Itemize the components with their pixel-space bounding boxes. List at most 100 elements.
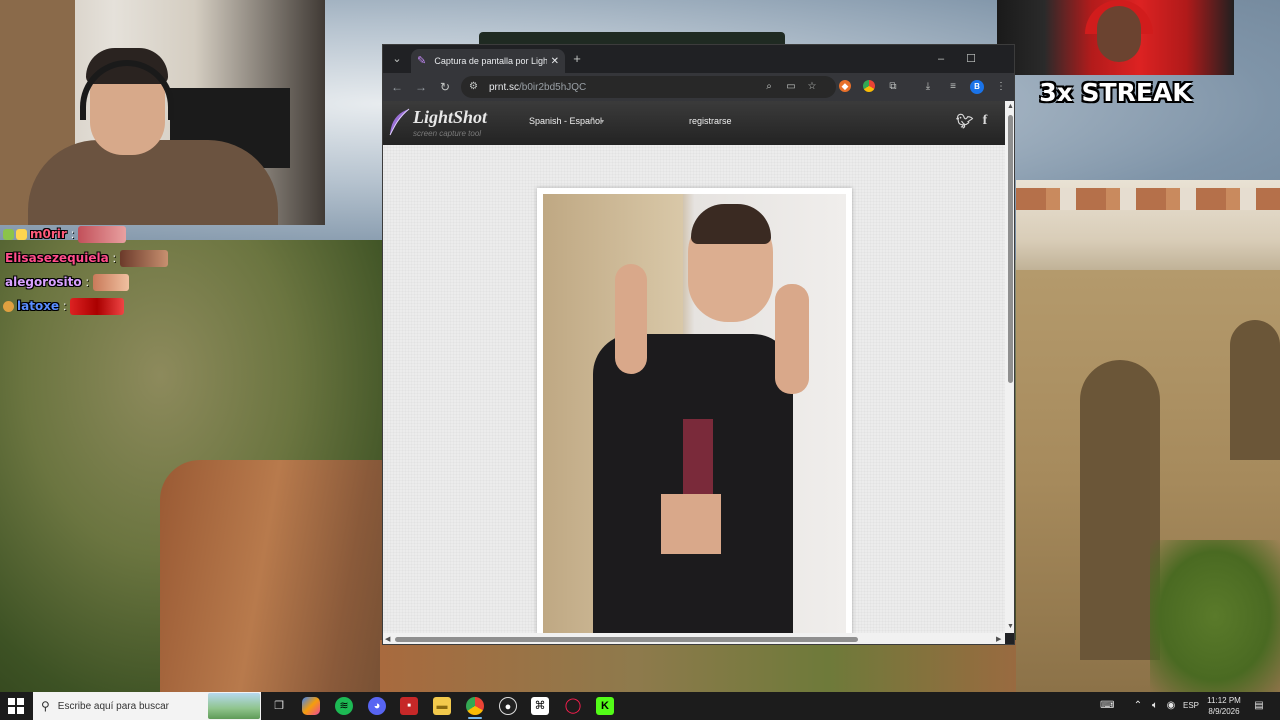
horizontal-scrollbar-thumb[interactable] [395,637,858,642]
screenshot-frame [537,188,852,633]
chat-username: Elisasezequiela [5,251,109,265]
wallpaper-arch-secondary [1230,320,1280,460]
chrome-icon[interactable] [466,697,484,715]
network-icon[interactable]: ◉ [1164,699,1178,713]
capcut-icon[interactable]: ⌘ [531,697,549,715]
news-app-icon[interactable]: ■ [400,697,418,715]
profile-avatar[interactable]: B [970,80,984,94]
chat-username: alegorosito [5,275,82,289]
horizontal-scrollbar[interactable]: ◀ ▶ [383,633,1005,644]
plus-icon[interactable]: + [569,51,585,67]
clock-time: 11:12 PM [1207,696,1241,705]
zoom-icon[interactable]: ⌕ [763,81,775,93]
task-view-icon[interactable]: ❐ [270,697,288,715]
reading-list-icon[interactable]: ≡ [947,81,959,93]
wallpaper-rock [380,640,1020,692]
vertical-scrollbar[interactable]: ▲ ▼ [1005,101,1014,633]
chat-badges [3,300,14,312]
close-icon[interactable]: ✕ [551,56,559,67]
lightshot-logo[interactable]: LightShot [413,107,487,128]
wallpaper-arch [1080,360,1160,660]
minimize-icon[interactable]: – [933,51,949,67]
screenshot-person-hand-left [615,264,647,374]
browser-toolbar: ← → ↻ ⚙ prnt.sc /b0ir2bd5hJQC ⌕ ▭ ☆ ◆ ⧉ … [383,73,1014,101]
system-clock[interactable]: 11:12 PM 8/9/2026 [1204,695,1244,717]
file-explorer-icon[interactable]: ▬ [433,697,451,715]
scroll-left-icon[interactable]: ◀ [385,635,390,643]
screenshot-image[interactable] [543,194,846,633]
speaker-icon[interactable]: 🔈︎ [1148,699,1162,713]
chat-emote-image [78,225,127,243]
chat-separator: : [70,227,75,241]
kebab-menu-icon[interactable]: ⋮ [995,81,1007,93]
chat-message: alegorosito : [0,270,200,294]
screenshot-person-hand-right [775,284,809,394]
download-icon[interactable]: ⤓ [922,81,934,93]
vertical-scrollbar-thumb[interactable] [1008,115,1013,383]
star-icon[interactable]: ☆ [806,81,818,93]
wallpaper-roofs [1016,188,1280,210]
webcam-person-body [28,140,278,225]
chat-separator: : [85,275,89,289]
maximize-icon[interactable]: ☐ [963,51,979,67]
chevron-up-icon[interactable]: ⌃ [1131,699,1145,713]
screenshot-person-hair [691,204,771,244]
chat-separator: : [112,251,117,265]
address-bar[interactable]: ⚙ prnt.sc /b0ir2bd5hJQC [461,76,836,98]
taskbar: ⚲ Escribe aquí para buscar ❐ ≋ ◕ ■ ▬ ● ⌘… [0,692,1280,720]
forward-arrow-icon[interactable]: → [413,79,429,95]
screenshot-person-top [683,419,713,499]
twitter-icon[interactable]: 🐦︎ [956,113,974,129]
scroll-right-icon[interactable]: ▶ [996,635,1001,643]
discord-icon[interactable]: ◕ [368,697,386,715]
chat-emote-image [92,273,129,291]
stream-chat-overlay: m0rir : Elisasezequiela : alegorosito : … [0,222,200,318]
streak-image-face [1097,6,1141,62]
opera-gx-icon[interactable]: ◯ [564,697,582,715]
obs-icon[interactable]: ● [499,697,517,715]
chat-badge-icon [3,300,14,312]
scroll-down-icon[interactable]: ▼ [1007,623,1014,630]
tab-title: Captura de pantalla por Lightshot [434,56,547,66]
feather-logo-icon [389,108,410,136]
streak-image [997,0,1234,75]
back-arrow-icon[interactable]: ← [389,79,405,95]
chat-badge-icon [3,228,14,240]
keyboard-icon[interactable]: ⌨ [1100,699,1114,713]
chat-emote-image [70,297,125,315]
site-info-icon[interactable]: ⚙ [469,81,481,93]
streak-overlay: 3x STREAK [997,0,1234,118]
url-path: /b0ir2bd5hJQC [519,81,587,93]
search-highlight-image[interactable] [208,693,260,719]
facebook-icon[interactable]: f [977,113,993,129]
language-selector[interactable]: Spanish - Español [529,116,602,126]
chevron-down-icon[interactable]: ▾ [601,118,604,125]
lightshot-header: LightShot screen capture tool Spanish - … [383,101,1005,145]
search-icon: ⚲ [41,699,50,713]
browser-tab-active[interactable]: ✎ Captura de pantalla por Lightshot ✕ [411,49,565,73]
reload-icon[interactable]: ↻ [437,79,453,95]
chevron-down-icon[interactable]: ⌄ [389,51,405,67]
input-language[interactable]: ESP [1183,701,1199,710]
copilot-icon[interactable] [302,697,320,715]
extension-color-icon[interactable] [863,80,875,92]
chat-badges [3,228,27,240]
lightshot-feather-icon: ✎ [417,55,427,67]
scroll-up-icon[interactable]: ▲ [1007,103,1014,110]
spotify-icon[interactable]: ≋ [335,697,353,715]
lightshot-tagline: screen capture tool [413,129,482,138]
chat-message: Elisasezequiela : [0,246,200,270]
active-app-indicator [468,717,482,719]
register-link[interactable]: registrarse [689,116,732,126]
kick-icon[interactable]: K [596,697,614,715]
extension-fox-icon[interactable]: ◆ [839,80,851,92]
browser-window: ⌄ ✎ Captura de pantalla por Lightshot ✕ … [382,44,1015,645]
browser-titlebar: ⌄ ✎ Captura de pantalla por Lightshot ✕ … [383,45,1014,73]
clock-date: 8/9/2026 [1208,707,1240,716]
taskbar-search-placeholder: Escribe aquí para buscar [57,700,169,712]
puzzle-icon[interactable]: ⧉ [887,81,899,93]
notification-icon[interactable]: ▤ [1252,699,1266,713]
cast-icon[interactable]: ▭ [785,81,797,93]
chat-message: m0rir : [0,222,200,246]
windows-start-icon[interactable] [8,698,24,714]
